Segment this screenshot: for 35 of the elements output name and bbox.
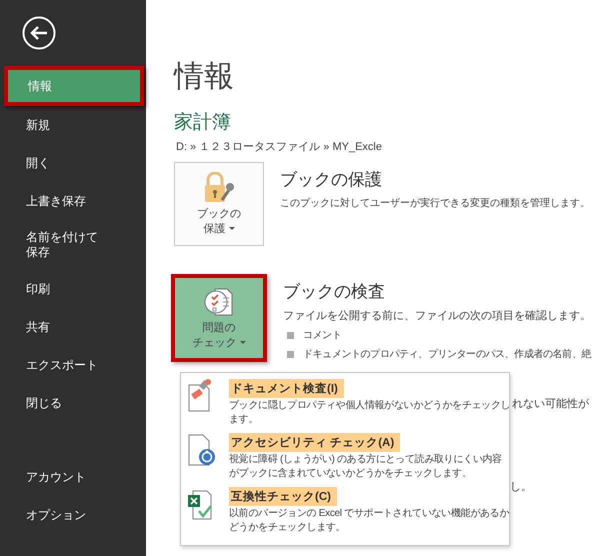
menu-option[interactable]: 互換性チェック(C): [229, 487, 337, 506]
partial-text: し。: [510, 480, 532, 494]
section-heading: ブックの保護: [280, 169, 383, 191]
section-description: ファイルを公開する前に、ファイルの次の項目を確認します。: [283, 309, 592, 323]
padlock-key-icon: [202, 172, 236, 204]
menu-item[interactable]: アカウント: [0, 458, 146, 496]
bullet-text: コメント: [303, 329, 342, 342]
file-path: D: » １２３ロータスファイル » MY_Excle: [176, 140, 383, 154]
menu-item[interactable]: 上書き保存: [0, 182, 146, 220]
back-icon[interactable]: [22, 16, 56, 50]
bullet-icon: [287, 350, 294, 358]
menu-item[interactable]: 開く: [0, 144, 146, 182]
option-description: ブックに隠しプロパティや個人情報がないかどうかをチェックします。: [229, 399, 511, 427]
menu-item[interactable]: 新規: [0, 106, 146, 144]
bullet-text: ドキュメントのプロパティ、プリンターのパス、作成者の名前、絶: [303, 348, 592, 361]
menu-item[interactable]: オプション: [0, 496, 146, 534]
inspect-button[interactable]: 問題の チェック: [171, 274, 267, 362]
accessibility-document-icon: [187, 433, 217, 467]
menu-option[interactable]: アクセシビリティ チェック(A): [229, 433, 400, 452]
checklist-document-icon: [203, 286, 235, 318]
menu-item[interactable]: 名前を付けて保存: [0, 220, 146, 270]
section-description: このブックに対してユーザーが実行できる変更の種類を管理します。: [280, 196, 590, 210]
file-name: 家計簿: [174, 111, 232, 135]
menu-item[interactable]: 共有: [0, 308, 146, 346]
section-heading: ブックの検査: [283, 281, 386, 303]
option-description: 視覚に障碍 (しょうがい) のある方にとって読み取りにくい内容がブックに含まれていないかどうかをチェックします。: [229, 453, 503, 481]
page-title: 情報: [174, 59, 235, 95]
protect-button[interactable]: ブックの 保護: [174, 162, 264, 246]
bullet-icon: [287, 332, 294, 338]
menu-item[interactable]: エクスポート: [0, 346, 146, 384]
menu-item[interactable]: 閉じる: [0, 384, 146, 422]
option-description: 以前のバージョンの Excel でサポートされていない機能があるかどうかをチェックします。: [229, 507, 510, 535]
menu-option[interactable]: ドキュメント検査(I): [229, 379, 344, 398]
menu-item[interactable]: 印刷: [0, 270, 146, 308]
partial-text: れない可能性が: [512, 397, 589, 411]
